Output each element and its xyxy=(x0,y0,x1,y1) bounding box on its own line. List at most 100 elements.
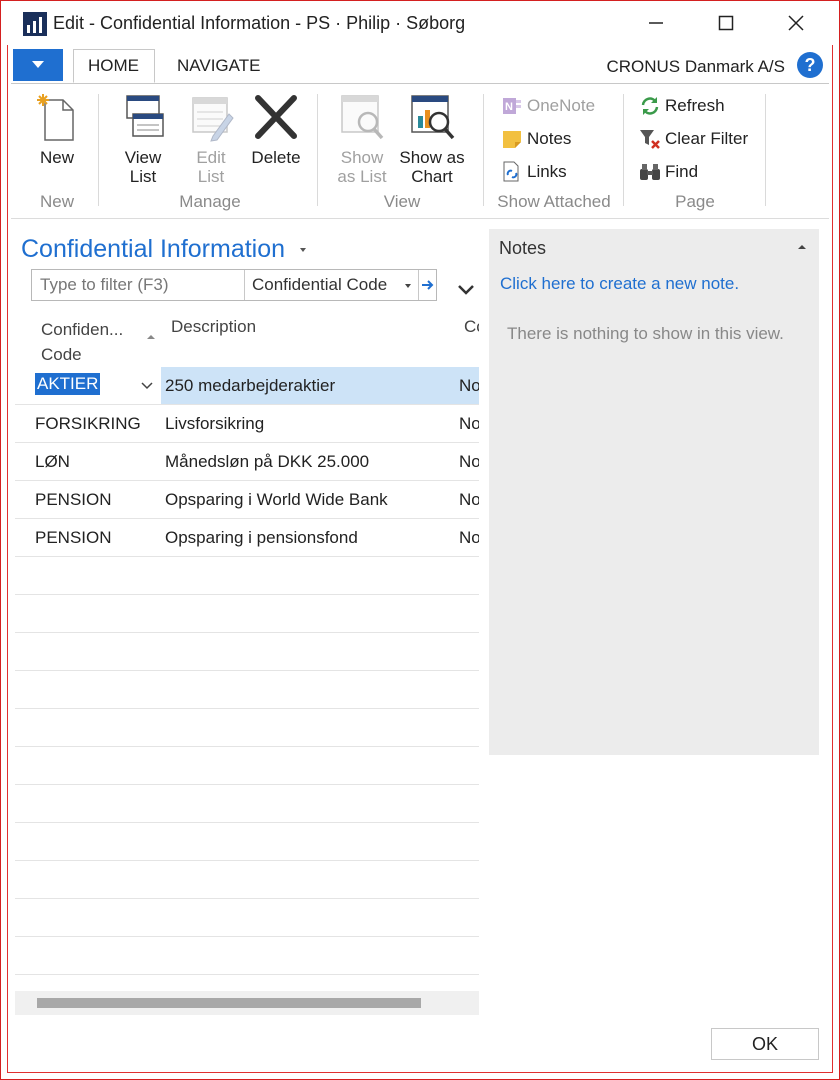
cell-code: FORSIKRING xyxy=(35,414,141,433)
show-as-chart-label-1: Show as xyxy=(399,148,465,167)
close-button[interactable] xyxy=(761,1,831,45)
refresh-icon xyxy=(641,97,659,115)
clear-filter-button[interactable]: Clear Filter xyxy=(639,126,748,152)
links-button[interactable]: Links xyxy=(501,159,567,185)
create-note-link[interactable]: Click here to create a new note. xyxy=(500,274,739,294)
cell-third: No xyxy=(459,528,479,547)
onenote-label: OneNote xyxy=(527,96,596,115)
show-as-list-button[interactable]: Show as List xyxy=(331,92,393,186)
new-document-icon xyxy=(37,94,74,141)
view-list-label-1: View xyxy=(124,148,162,167)
app-menu-button[interactable] xyxy=(13,49,63,81)
edit-list-label-1: Edit xyxy=(196,148,226,167)
table-row[interactable]: PENSION Opsparing i pensionsfond No xyxy=(15,519,479,557)
cell-code[interactable]: AKTIER xyxy=(35,373,101,395)
scrollbar-thumb[interactable] xyxy=(37,998,421,1008)
column-header-code-line1: Confiden... xyxy=(41,320,124,339)
ribbon: New New View List Edit List Delete Manag… xyxy=(11,83,829,219)
show-as-list-label-1: Show xyxy=(340,148,384,167)
group-label-page: Page xyxy=(675,192,715,211)
ribbon-separator xyxy=(483,94,484,206)
close-icon xyxy=(788,15,804,31)
help-icon[interactable]: ? xyxy=(797,52,823,78)
binoculars-icon xyxy=(640,164,660,180)
data-grid: Confiden... Code Description Co AKTIER 2… xyxy=(15,309,479,1017)
find-button[interactable]: Find xyxy=(639,159,698,185)
clear-filter-label: Clear Filter xyxy=(665,129,749,148)
show-as-list-icon xyxy=(341,95,384,140)
view-list-label-2: List xyxy=(129,167,157,186)
empty-row xyxy=(15,785,479,823)
minimize-icon xyxy=(649,22,663,24)
delete-button-label: Delete xyxy=(251,148,301,167)
refresh-label: Refresh xyxy=(665,96,725,115)
onenote-button[interactable]: N OneNote xyxy=(501,93,595,119)
table-row[interactable]: FORSIKRING Livsforsikring No xyxy=(15,405,479,443)
ok-button[interactable]: OK xyxy=(711,1028,819,1060)
ribbon-separator xyxy=(98,94,99,206)
edit-list-icon xyxy=(192,97,234,142)
edit-list-button[interactable]: Edit List xyxy=(183,92,239,186)
table-row[interactable]: PENSION Opsparing i World Wide Bank No xyxy=(15,481,479,519)
chevron-down-icon[interactable] xyxy=(141,382,153,390)
new-button-label: New xyxy=(39,148,74,167)
notes-pane: Notes Click here to create a new note. T… xyxy=(489,229,819,755)
table-row[interactable]: AKTIER 250 medarbejderaktier No xyxy=(15,367,479,405)
edit-list-label-2: List xyxy=(197,167,225,186)
grid-header: Confiden... Code Description Co xyxy=(15,309,479,367)
filter-input[interactable] xyxy=(32,270,244,300)
cell-code: LØN xyxy=(35,452,70,471)
refresh-button[interactable]: Refresh xyxy=(639,93,725,119)
clear-filter-icon xyxy=(640,130,660,149)
tab-home[interactable]: HOME xyxy=(73,49,155,83)
empty-row xyxy=(15,557,479,595)
expand-filter-icon[interactable] xyxy=(457,283,475,297)
filter-bar: Confidential Code xyxy=(31,269,437,301)
show-as-chart-label-2: Chart xyxy=(411,167,453,186)
empty-row xyxy=(15,747,479,785)
table-row[interactable]: LØN Månedsløn på DKK 25.000 No xyxy=(15,443,479,481)
empty-row xyxy=(15,709,479,747)
cell-description: Månedsløn på DKK 25.000 xyxy=(165,452,370,471)
sticky-note-icon xyxy=(503,131,521,148)
notes-empty-text: There is nothing to show in this view. xyxy=(507,324,784,343)
app-icon xyxy=(23,12,47,36)
window-title: Edit - Confidential Information - PS · P… xyxy=(53,13,466,33)
notes-button[interactable]: Notes xyxy=(501,126,571,152)
cell-code: PENSION xyxy=(35,528,112,547)
onenote-icon: N xyxy=(503,98,521,114)
arrow-right-icon xyxy=(421,280,433,290)
new-button[interactable]: New xyxy=(31,92,83,167)
title-bar: Edit - Confidential Information - PS · P… xyxy=(1,1,839,45)
maximize-icon xyxy=(718,15,734,31)
links-icon xyxy=(503,161,519,182)
maximize-button[interactable] xyxy=(691,1,761,45)
column-header-code[interactable]: Confiden... Code xyxy=(41,317,123,367)
group-label-manage: Manage xyxy=(179,192,241,211)
ribbon-separator xyxy=(765,94,766,206)
view-list-button[interactable]: View List xyxy=(115,92,171,186)
chevron-down-icon xyxy=(405,284,411,288)
column-header-third[interactable]: Co xyxy=(464,317,479,337)
svg-text:N: N xyxy=(505,101,513,113)
find-label: Find xyxy=(665,162,699,181)
collapse-icon[interactable] xyxy=(797,243,807,251)
tab-navigate[interactable]: NAVIGATE xyxy=(163,49,274,83)
cell-code: PENSION xyxy=(35,490,112,509)
empty-row xyxy=(15,823,479,861)
filter-field-select[interactable]: Confidential Code xyxy=(244,270,418,300)
minimize-button[interactable] xyxy=(621,1,691,45)
group-label-new: New xyxy=(39,192,74,211)
company-name: CRONUS Danmark A/S xyxy=(606,57,785,76)
column-header-description[interactable]: Description xyxy=(171,317,256,337)
ribbon-separator xyxy=(623,94,624,206)
page-title[interactable]: Confidential Information xyxy=(21,235,308,264)
apply-filter-button[interactable] xyxy=(418,270,436,300)
empty-row xyxy=(15,937,479,975)
cell-description: Opsparing i World Wide Bank xyxy=(165,490,388,509)
notes-title: Notes xyxy=(499,238,547,258)
empty-row xyxy=(15,671,479,709)
delete-button[interactable]: Delete xyxy=(249,92,303,167)
horizontal-scrollbar[interactable] xyxy=(15,991,479,1015)
show-as-chart-button[interactable]: Show as Chart xyxy=(397,92,467,186)
